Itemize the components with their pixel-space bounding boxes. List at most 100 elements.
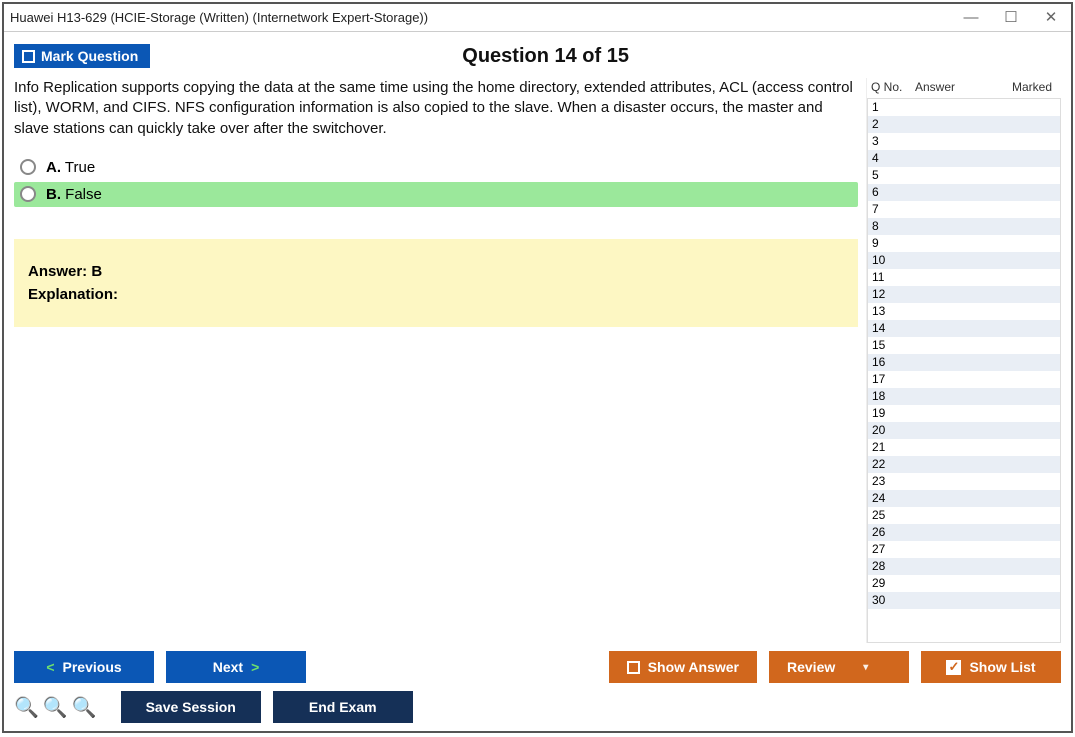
chevron-right-icon: > [251, 659, 259, 675]
checkbox-icon [22, 50, 35, 63]
q-number: 27 [872, 541, 912, 558]
question-row[interactable]: 30 [868, 592, 1060, 609]
zoom-in-icon[interactable]: 🔍 [43, 695, 68, 720]
question-row[interactable]: 10 [868, 252, 1060, 269]
question-row[interactable]: 9 [868, 235, 1060, 252]
question-row[interactable]: 22 [868, 456, 1060, 473]
q-number: 25 [872, 507, 912, 524]
header-answer: Answer [915, 80, 1003, 94]
q-number: 13 [872, 303, 912, 320]
question-row[interactable]: 16 [868, 354, 1060, 371]
header-row: Mark Question Question 14 of 15 [14, 40, 1061, 72]
mark-question-button[interactable]: Mark Question [14, 44, 150, 68]
header-marked: Marked [1003, 80, 1061, 94]
q-number: 20 [872, 422, 912, 439]
q-number: 2 [872, 116, 912, 133]
q-number: 21 [872, 439, 912, 456]
q-number: 11 [872, 269, 912, 286]
question-row[interactable]: 3 [868, 133, 1060, 150]
question-row[interactable]: 12 [868, 286, 1060, 303]
question-row[interactable]: 25 [868, 507, 1060, 524]
end-exam-label: End Exam [309, 699, 377, 715]
q-number: 3 [872, 133, 912, 150]
question-counter-title: Question 14 of 15 [150, 45, 941, 68]
save-session-button[interactable]: Save Session [121, 691, 261, 723]
save-session-label: Save Session [146, 699, 236, 715]
question-row[interactable]: 8 [868, 218, 1060, 235]
question-row[interactable]: 18 [868, 388, 1060, 405]
show-list-button[interactable]: ✓ Show List [921, 651, 1061, 683]
option-text: B. False [46, 186, 102, 203]
q-number: 23 [872, 473, 912, 490]
minimize-button[interactable]: — [951, 4, 991, 32]
close-button[interactable]: ✕ [1031, 4, 1071, 32]
question-row[interactable]: 7 [868, 201, 1060, 218]
end-exam-button[interactable]: End Exam [273, 691, 413, 723]
main-panel: Info Replication supports copying the da… [14, 78, 866, 643]
header-qno: Q No. [871, 80, 915, 94]
app-window: Huawei H13-629 (HCIE-Storage (Written) (… [2, 2, 1073, 733]
q-number: 8 [872, 218, 912, 235]
footer-row-1: < Previous Next > Show Answer Review ▾ ✓… [14, 643, 1061, 683]
option-b[interactable]: B. False [14, 182, 858, 207]
maximize-button[interactable]: ☐ [991, 4, 1031, 32]
next-button[interactable]: Next > [166, 651, 306, 683]
explanation-label: Explanation: [28, 286, 118, 303]
question-list-header: Q No. Answer Marked [867, 78, 1061, 98]
question-row[interactable]: 20 [868, 422, 1060, 439]
zoom-out-icon[interactable]: 🔍 [72, 695, 97, 720]
question-row[interactable]: 23 [868, 473, 1060, 490]
q-number: 9 [872, 235, 912, 252]
chevron-left-icon: < [46, 659, 54, 675]
question-row[interactable]: 15 [868, 337, 1060, 354]
content-area: Mark Question Question 14 of 15 Info Rep… [4, 32, 1071, 731]
q-number: 1 [872, 99, 912, 116]
question-row[interactable]: 13 [868, 303, 1060, 320]
question-row[interactable]: 11 [868, 269, 1060, 286]
question-row[interactable]: 19 [868, 405, 1060, 422]
question-row[interactable]: 14 [868, 320, 1060, 337]
zoom-reset-icon[interactable]: 🔍 [14, 695, 39, 720]
option-a[interactable]: A. True [14, 155, 858, 180]
q-number: 6 [872, 184, 912, 201]
question-row[interactable]: 28 [868, 558, 1060, 575]
checkbox-icon [627, 661, 640, 674]
question-row[interactable]: 1 [868, 99, 1060, 116]
question-row[interactable]: 2 [868, 116, 1060, 133]
show-answer-label: Show Answer [648, 659, 739, 675]
q-number: 28 [872, 558, 912, 575]
show-list-label: Show List [969, 659, 1035, 675]
question-row[interactable]: 6 [868, 184, 1060, 201]
question-row[interactable]: 24 [868, 490, 1060, 507]
question-row[interactable]: 27 [868, 541, 1060, 558]
answer-label: Answer: B [28, 263, 102, 280]
question-row[interactable]: 4 [868, 150, 1060, 167]
window-title: Huawei H13-629 (HCIE-Storage (Written) (… [10, 10, 951, 25]
radio-icon [20, 186, 36, 202]
q-number: 19 [872, 405, 912, 422]
q-number: 18 [872, 388, 912, 405]
question-row[interactable]: 26 [868, 524, 1060, 541]
show-answer-button[interactable]: Show Answer [609, 651, 757, 683]
q-number: 5 [872, 167, 912, 184]
answer-box: Answer: B Explanation: [14, 239, 858, 327]
zoom-controls: 🔍 🔍 🔍 [14, 695, 97, 720]
q-number: 29 [872, 575, 912, 592]
checkbox-checked-icon: ✓ [946, 660, 961, 675]
q-number: 4 [872, 150, 912, 167]
review-dropdown[interactable]: Review ▾ [769, 651, 909, 683]
q-number: 15 [872, 337, 912, 354]
q-number: 7 [872, 201, 912, 218]
footer-row-2: 🔍 🔍 🔍 Save Session End Exam [14, 683, 1061, 723]
question-row[interactable]: 21 [868, 439, 1060, 456]
mark-question-label: Mark Question [41, 48, 138, 64]
previous-button[interactable]: < Previous [14, 651, 154, 683]
question-list-body[interactable]: 1234567891011121314151617181920212223242… [867, 98, 1061, 643]
q-number: 12 [872, 286, 912, 303]
option-text: A. True [46, 159, 95, 176]
question-row[interactable]: 29 [868, 575, 1060, 592]
previous-label: Previous [63, 659, 122, 675]
question-row[interactable]: 5 [868, 167, 1060, 184]
q-number: 24 [872, 490, 912, 507]
question-row[interactable]: 17 [868, 371, 1060, 388]
